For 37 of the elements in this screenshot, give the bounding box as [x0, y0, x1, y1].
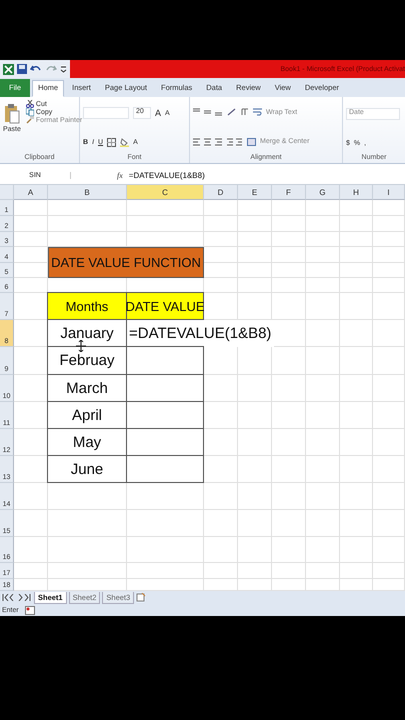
wrap-text-icon[interactable] — [253, 108, 262, 116]
font-name-field[interactable] — [83, 107, 129, 119]
column-header[interactable]: E — [238, 185, 272, 200]
insert-sheet-icon[interactable] — [136, 593, 146, 602]
text-orientation-icon[interactable] — [227, 108, 236, 116]
title-cell: DATE VALUE FUNCTION — [48, 247, 204, 278]
sheet-navigation-icon[interactable] — [2, 594, 32, 601]
save-icon[interactable] — [17, 64, 27, 74]
column-header[interactable]: I — [373, 185, 405, 200]
column-header[interactable]: G — [306, 185, 340, 200]
paragraph-icon[interactable] — [240, 108, 249, 116]
clipboard-icon[interactable] — [4, 104, 20, 124]
table-header-cell: Months — [47, 292, 127, 320]
grow-font-button[interactable]: A — [155, 108, 162, 118]
column-header[interactable]: F — [272, 185, 306, 200]
indent-icon[interactable] — [227, 138, 243, 146]
formula-text[interactable]: =DATEVALUE(1&B8) — [127, 320, 274, 347]
formula-field[interactable]: =DATEVALUE(1&B8) — [128, 170, 205, 180]
align-lines-icon[interactable] — [193, 138, 223, 146]
macro-record-icon[interactable] — [24, 606, 35, 614]
insert-function-button[interactable]: fx — [117, 170, 123, 180]
borders-icon[interactable] — [107, 138, 116, 147]
fill-bucket-icon[interactable] — [120, 138, 130, 147]
excel-logo-icon[interactable] — [3, 64, 14, 74]
column-header[interactable]: D — [204, 185, 238, 200]
scissors-icon[interactable] — [26, 100, 34, 108]
column-header[interactable]: B — [48, 185, 127, 200]
customize-dropdown-icon[interactable] — [60, 64, 67, 74]
column-header[interactable]: C — [127, 185, 204, 200]
merge-icon[interactable] — [247, 138, 256, 146]
copy-icon[interactable] — [26, 108, 34, 116]
align-lines-icon[interactable] — [193, 108, 223, 116]
column-header[interactable]: A — [14, 185, 48, 200]
column-header[interactable]: H — [340, 185, 373, 200]
cursor-icon — [76, 340, 86, 352]
brush-icon[interactable] — [26, 116, 34, 124]
table-cell: June — [47, 455, 127, 483]
